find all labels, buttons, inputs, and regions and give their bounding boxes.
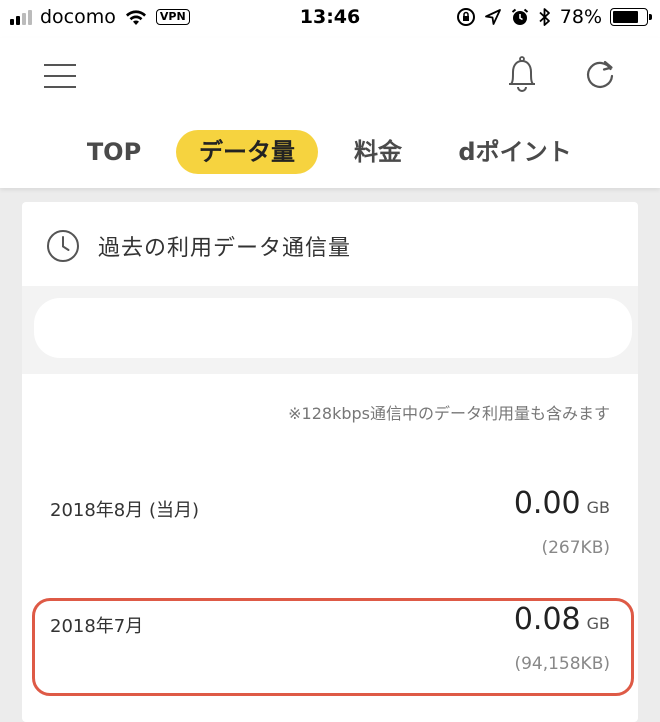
app-header: TOP データ量 料金 dポイント xyxy=(0,38,660,188)
vpn-badge: VPN xyxy=(155,9,190,25)
status-bar: docomo VPN 13:46 78% xyxy=(0,0,660,38)
bell-icon[interactable] xyxy=(505,56,539,92)
usage-value: 0.00 GB xyxy=(514,486,610,521)
usage-unit: GB xyxy=(586,614,610,633)
alarm-icon xyxy=(511,8,528,25)
signal-bars-icon xyxy=(10,9,32,25)
usage-value: 0.08 GB xyxy=(514,602,610,637)
tab-d-point[interactable]: dポイント xyxy=(456,130,574,174)
period-selector[interactable] xyxy=(34,298,632,358)
usage-amount: 0.08 xyxy=(513,602,581,637)
usage-row: 2018年8月 (当月) 0.00 GB (267KB) xyxy=(22,486,638,586)
clock-icon xyxy=(47,230,79,262)
carrier-name: docomo xyxy=(40,6,116,28)
usage-row[interactable]: 2018年7月 0.08 GB (94,158KB) xyxy=(22,602,638,702)
battery-icon xyxy=(610,8,652,26)
usage-month: 2018年8月 (当月) xyxy=(50,500,200,521)
status-right: 78% xyxy=(456,6,652,28)
usage-unit: GB xyxy=(586,498,610,517)
usage-note: ※128kbps通信中のデータ利用量も含みます xyxy=(288,404,610,423)
usage-amount: 0.00 xyxy=(513,486,581,521)
usage-kb: (94,158KB) xyxy=(514,654,610,674)
tab-bar: TOP データ量 料金 dポイント xyxy=(0,130,660,174)
status-left: docomo VPN xyxy=(10,6,190,28)
rotation-lock-icon xyxy=(456,8,475,26)
card-title: 過去の利用データ通信量 xyxy=(98,236,352,261)
refresh-icon[interactable] xyxy=(584,58,616,90)
usage-kb: (267KB) xyxy=(541,538,610,558)
battery-percent: 78% xyxy=(559,6,602,28)
tab-data-usage[interactable]: データ量 xyxy=(176,130,318,174)
hamburger-menu-icon[interactable] xyxy=(44,62,76,90)
bluetooth-icon xyxy=(539,8,550,26)
location-arrow-icon xyxy=(484,9,501,25)
usage-month: 2018年7月 xyxy=(50,616,144,637)
selector-band xyxy=(22,286,638,374)
tab-top[interactable]: TOP xyxy=(84,130,144,174)
card-header: 過去の利用データ通信量 xyxy=(46,228,351,264)
wifi-icon xyxy=(125,10,146,25)
battery-fill xyxy=(613,11,638,23)
tab-charges[interactable]: 料金 xyxy=(350,130,406,174)
